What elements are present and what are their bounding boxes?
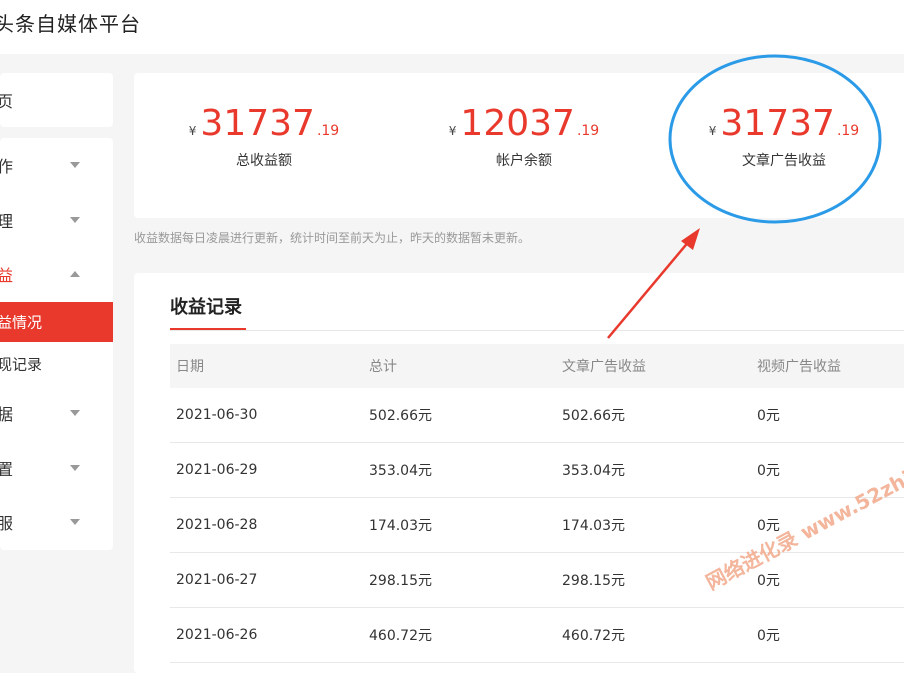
tab-divider — [170, 330, 904, 331]
sidebar-item-create[interactable]: 作 — [0, 140, 113, 190]
sidebar-item-settings[interactable]: 置 — [0, 443, 113, 493]
table-row: 2021-06-26 460.72元 460.72元 0元 — [170, 608, 904, 663]
sidebar-item-home[interactable]: 页 — [0, 75, 113, 125]
sidebar-subitem-withdraw-records[interactable]: 现记录 — [0, 344, 113, 384]
sidebar-item-label: 据 — [0, 405, 14, 424]
cell-video-ad: 0元 — [757, 408, 780, 424]
sidebar-subitem-earnings-overview[interactable]: 益情况 — [0, 302, 113, 342]
stat-caption: 文章广告收益 — [742, 153, 826, 169]
sidebar-item-service[interactable]: 服 — [0, 497, 113, 547]
cell-total: 298.15元 — [369, 573, 432, 589]
sidebar-menu: 作 理 益 益情况 现记录 据 置 服 — [0, 138, 113, 550]
cell-article-ad: 174.03元 — [562, 518, 625, 534]
cell-total: 460.72元 — [369, 628, 432, 644]
pointer-arrow-head — [681, 228, 700, 250]
tab-earnings-records[interactable]: 收益记录 — [170, 293, 242, 319]
cell-total: 353.04元 — [369, 463, 432, 479]
stat-caption: 总收益额 — [236, 153, 292, 169]
stat-caption: 帐户余额 — [496, 153, 552, 169]
top-bar: 头条自媒体平台 — [0, 0, 904, 54]
column-header-video-ad: 视频广告收益 — [757, 359, 841, 375]
stat-account-balance: ¥12037.19 帐户余额 — [424, 103, 624, 170]
sidebar-item-label: 益 — [0, 266, 14, 285]
cell-video-ad: 0元 — [757, 628, 780, 644]
cell-video-ad: 0元 — [757, 573, 780, 589]
earnings-table: 日期 总计 文章广告收益 视频广告收益 2021-06-30 502.66元 5… — [170, 344, 904, 663]
chevron-down-icon — [70, 410, 80, 416]
cell-video-ad: 0元 — [757, 463, 780, 479]
chevron-down-icon — [70, 465, 80, 471]
sidebar-item-manage[interactable]: 理 — [0, 195, 113, 245]
chevron-up-icon — [70, 271, 80, 277]
currency-symbol: ¥ — [708, 124, 717, 138]
sidebar-item-label: 益情况 — [0, 313, 43, 332]
stat-value-dec: .19 — [316, 123, 340, 139]
stat-value-int: 31737 — [200, 103, 315, 144]
table-header: 日期 总计 文章广告收益 视频广告收益 — [170, 344, 904, 388]
chevron-down-icon — [70, 162, 80, 168]
chevron-down-icon — [70, 217, 80, 223]
app-title: 头条自媒体平台 — [0, 12, 141, 36]
sidebar-item-earnings[interactable]: 益 — [0, 249, 113, 299]
table-row: 2021-06-30 502.66元 502.66元 0元 — [170, 388, 904, 443]
stat-value-int: 12037 — [460, 103, 575, 144]
cell-date: 2021-06-28 — [176, 517, 258, 533]
cell-article-ad: 502.66元 — [562, 408, 625, 424]
cell-date: 2021-06-29 — [176, 462, 258, 478]
cell-article-ad: 353.04元 — [562, 463, 625, 479]
table-row: 2021-06-27 298.15元 298.15元 0元 — [170, 553, 904, 608]
currency-symbol: ¥ — [188, 124, 197, 138]
earnings-summary-card: ¥31737.19 总收益额 ¥12037.19 帐户余额 ¥31737.19 … — [134, 73, 904, 218]
cell-total: 502.66元 — [369, 408, 432, 424]
cell-date: 2021-06-27 — [176, 572, 258, 588]
stat-article-ad-earnings: ¥31737.19 文章广告收益 — [684, 103, 884, 170]
earnings-records-card: 收益记录 日期 总计 文章广告收益 视频广告收益 2021-06-30 502.… — [134, 273, 904, 673]
sidebar-item-label: 现记录 — [0, 355, 43, 374]
column-header-total: 总计 — [369, 359, 397, 375]
cell-date: 2021-06-26 — [176, 627, 258, 643]
sidebar-item-label: 理 — [0, 212, 14, 231]
stat-value-dec: .19 — [576, 123, 600, 139]
cell-article-ad: 298.15元 — [562, 573, 625, 589]
sidebar-item-data[interactable]: 据 — [0, 388, 113, 438]
sidebar-item-label: 服 — [0, 514, 14, 533]
sidebar-item-label: 作 — [0, 157, 14, 176]
sidebar-home-card: 页 — [0, 73, 113, 127]
chevron-down-icon — [70, 519, 80, 525]
cell-article-ad: 460.72元 — [562, 628, 625, 644]
currency-symbol: ¥ — [448, 124, 457, 138]
sidebar-item-label: 置 — [0, 460, 14, 479]
column-header-date: 日期 — [176, 359, 204, 375]
table-row: 2021-06-29 353.04元 353.04元 0元 — [170, 443, 904, 498]
stat-value-int: 31737 — [720, 103, 835, 144]
cell-date: 2021-06-30 — [176, 407, 258, 423]
column-header-article-ad: 文章广告收益 — [562, 359, 646, 375]
stat-total-earnings: ¥31737.19 总收益额 — [164, 103, 364, 170]
cell-total: 174.03元 — [369, 518, 432, 534]
stat-value-dec: .19 — [836, 123, 860, 139]
update-note: 收益数据每日凌晨进行更新，统计时间至前天为止，昨天的数据暂未更新。 — [134, 231, 531, 245]
sidebar-item-label: 页 — [0, 92, 14, 111]
